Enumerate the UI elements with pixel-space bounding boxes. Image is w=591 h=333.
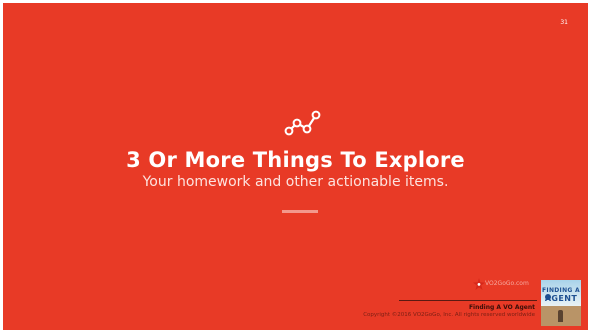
page-number: 31 — [560, 19, 568, 26]
section-subtitle: Your homework and other actionable items… — [142, 174, 449, 190]
brand-logo: VO2GoGo.com — [473, 278, 543, 294]
star-burst-icon — [473, 278, 485, 290]
footer-divider — [399, 300, 537, 301]
brand-text: VO2GoGo.com — [485, 280, 529, 287]
book-cover-figure — [558, 310, 563, 322]
slide: 31 3 Or More Things To Explore Your home… — [3, 3, 588, 330]
accent-divider — [282, 210, 318, 213]
footer-book-title: Finding A VO Agent — [468, 304, 535, 311]
book-cover-title-line2: AGENT — [544, 294, 578, 303]
book-cover-title-line1: FINDING A — [542, 287, 580, 294]
book-cover-thumbnail: FINDING A AGENT — [541, 280, 581, 326]
section-title: 3 Or More Things To Explore — [126, 148, 465, 172]
footer-copyright: Copyright ©2016 VO2GoGo, Inc. All rights… — [363, 312, 535, 318]
connected-dots-icon — [284, 110, 321, 136]
